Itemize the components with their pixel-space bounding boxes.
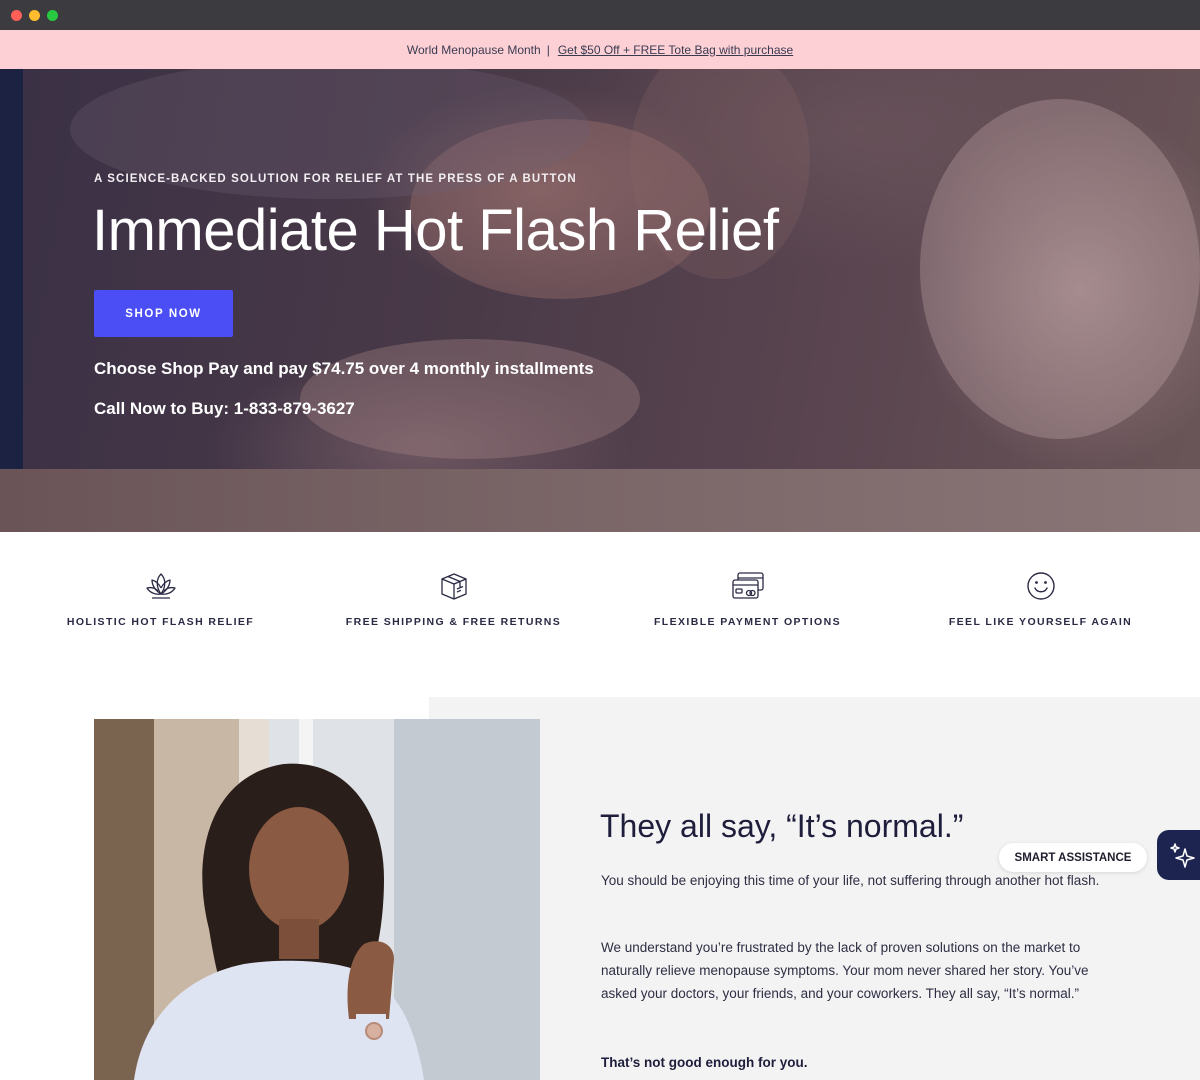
feature-holistic-relief: HOLISTIC HOT FLASH RELIEF [14,570,307,628]
announcement-bar: World Menopause Month | Get $50 Off + FR… [0,30,1200,69]
hero-title: Immediate Hot Flash Relief [92,198,779,263]
story-paragraph-2: We understand you’re frustrated by the l… [601,940,1089,1001]
shop-now-button[interactable]: SHOP NOW [94,290,233,337]
woman-photo-illustration [94,719,540,1080]
hero-banner: A SCIENCE-BACKED SOLUTION FOR RELIEF AT … [0,69,1200,532]
announcement-promo-link[interactable]: Get $50 Off + FREE Tote Bag with purchas… [558,43,793,57]
hero-eyebrow: A SCIENCE-BACKED SOLUTION FOR RELIEF AT … [94,173,577,185]
sparkle-icon [1170,843,1195,868]
hero-installments-text: Choose Shop Pay and pay $74.75 over 4 mo… [94,359,594,378]
feature-flexible-payment: FLEXIBLE PAYMENT OPTIONS [601,570,894,628]
story-paragraph-3: That’s not good enough for you. [601,1055,808,1070]
smart-assistance-label[interactable]: SMART ASSISTANCE [999,843,1147,872]
feature-label: HOLISTIC HOT FLASH RELIEF [66,616,255,628]
window-close-dot[interactable] [11,10,22,21]
browser-chrome [0,0,1200,30]
features-strip: HOLISTIC HOT FLASH RELIEF FREE SHIPPING … [0,532,1200,697]
window-minimize-dot[interactable] [29,10,40,21]
hero-lower-band [0,469,1200,532]
credit-card-icon [731,572,764,599]
story-paragraph-1: You should be enjoying this time of your… [601,873,1100,888]
feature-label: FEEL LIKE YOURSELF AGAIN [948,616,1133,628]
announcement-separator: | [546,42,550,57]
feature-free-shipping: FREE SHIPPING & FREE RETURNS [307,570,600,628]
lotus-icon [145,573,176,599]
feature-label: FLEXIBLE PAYMENT OPTIONS [653,616,842,628]
announcement-text: World Menopause Month [406,42,541,57]
story-heading: They all say, “It’s normal.” [600,808,964,844]
feature-label: FREE SHIPPING & FREE RETURNS [345,616,562,628]
window-maximize-dot[interactable] [47,10,58,21]
smiley-icon [1026,572,1055,600]
hero-phone-text[interactable]: Call Now to Buy: 1-833-879-3627 [94,399,355,419]
smart-assistance-button[interactable] [1157,830,1200,880]
woman-photo [94,719,540,1080]
box-icon [440,573,467,600]
feature-feel-like-yourself: FEEL LIKE YOURSELF AGAIN [894,570,1187,628]
